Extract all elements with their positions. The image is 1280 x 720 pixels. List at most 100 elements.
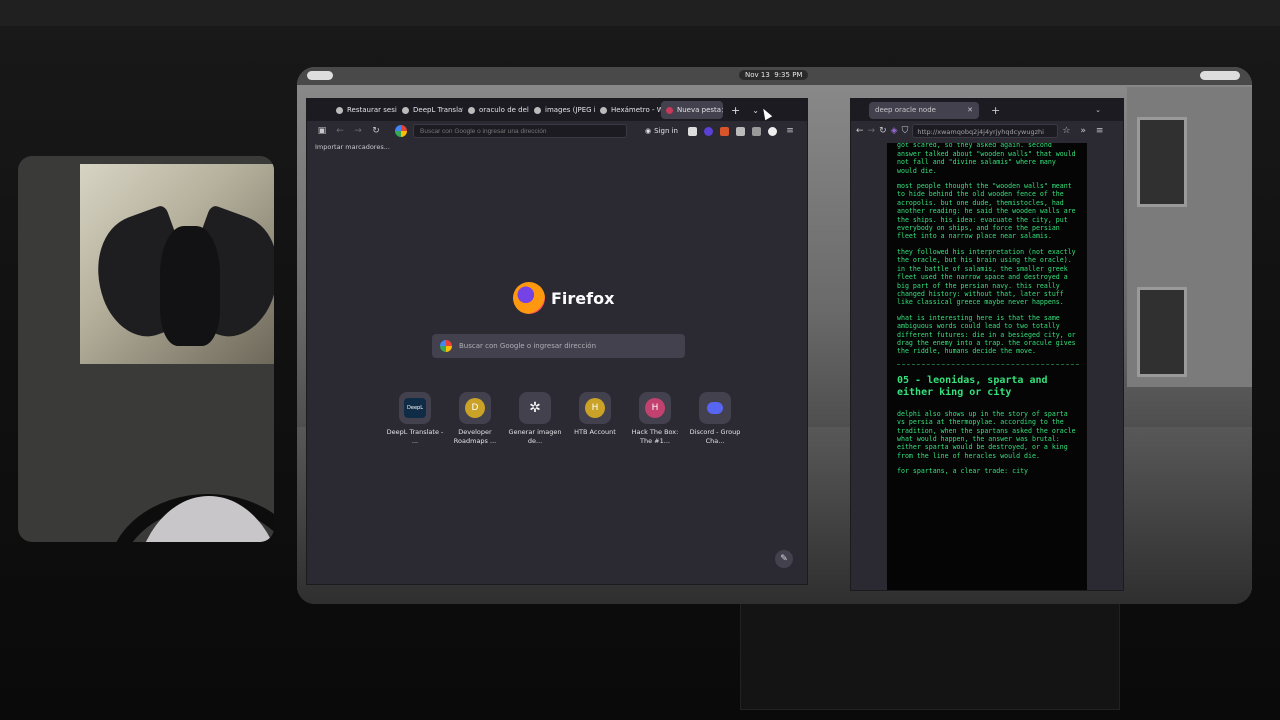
extension-icon[interactable] xyxy=(687,126,697,136)
import-bookmarks-link[interactable]: Importar marcadores... xyxy=(315,143,390,151)
extension-icon[interactable] xyxy=(767,126,777,136)
letter-h-icon: H xyxy=(585,398,605,418)
sign-in-button[interactable]: ◉ Sign in xyxy=(645,127,678,135)
oracle-terminal-page: like "your city will be destroyed" athen… xyxy=(887,143,1087,590)
tab-label: images (JPEG ima xyxy=(545,106,595,114)
list-all-tabs-chevron-icon[interactable]: ⌄ xyxy=(1095,106,1101,114)
back-icon[interactable]: ← xyxy=(856,126,864,136)
tab-new-tab[interactable]: Nueva pesta✕ xyxy=(661,101,723,119)
newtab-search-placeholder: Buscar con Google o ingresar dirección xyxy=(459,342,597,350)
forward-icon[interactable]: → xyxy=(349,126,367,136)
section-divider xyxy=(897,363,1079,365)
building-window xyxy=(1137,287,1187,377)
account-icon: ◉ xyxy=(645,127,652,135)
shortcut-tile xyxy=(699,392,731,424)
activities-pill[interactable] xyxy=(307,71,333,80)
oracle-nav-toolbar: ← → ↻ ◈ ⛉ http://xwamqobq2j4j4yrjyhqdcyw… xyxy=(851,121,1123,141)
new-tab-plus-icon[interactable]: + xyxy=(731,104,740,117)
oracle-paragraph: what is interesting here is that the sam… xyxy=(897,313,1076,356)
shortcut-discord[interactable]: Discord - Group Cha... xyxy=(685,392,745,445)
forward-icon[interactable]: → xyxy=(868,126,876,136)
shortcut-label: Generar imagen de... xyxy=(508,428,562,445)
tab-label: Hexámetro - W xyxy=(611,106,661,114)
reload-icon[interactable]: ↻ xyxy=(367,126,385,136)
firefox-brand-text: Firefox xyxy=(551,288,615,308)
tab-label: Nueva pesta xyxy=(677,106,722,114)
background-topbar xyxy=(0,0,1280,26)
url-bar-input[interactable] xyxy=(413,124,627,138)
customize-pencil-icon[interactable]: ✎ xyxy=(775,550,793,568)
shortcut-label: DeepL Translate - ... xyxy=(386,428,444,445)
firefox-logo-icon xyxy=(513,282,545,314)
shortcut-label: Hack The Box: The #1... xyxy=(631,428,679,445)
desktop-screen: Nov 13 9:35 PM Restaurar sesió DeepL Tra… xyxy=(297,67,1252,604)
top-sites: DeepL DeepL Translate - ... D Developer … xyxy=(385,392,745,445)
system-tray[interactable] xyxy=(1200,71,1240,80)
tab-label: DeepL Translat xyxy=(413,106,463,114)
tab-favicon xyxy=(336,106,343,114)
shortcut-label: HTB Account xyxy=(574,428,616,436)
tab-restore-session[interactable]: Restaurar sesió xyxy=(331,101,397,119)
clock[interactable]: Nov 13 9:35 PM xyxy=(739,70,809,80)
tab-label: deep oracle node xyxy=(875,106,936,114)
back-icon[interactable]: ← xyxy=(331,126,349,136)
letter-h-icon: H xyxy=(645,398,665,418)
newtab-search-input[interactable]: Buscar con Google o ingresar dirección xyxy=(432,334,685,358)
tab-oraculo[interactable]: oraculo de delf xyxy=(463,101,529,119)
search-engine-google-icon[interactable] xyxy=(395,125,407,137)
extension-icon[interactable] xyxy=(735,126,745,136)
close-tab-icon[interactable]: ✕ xyxy=(721,106,723,115)
oracle-paragraph: most people thought the "wooden walls" m… xyxy=(897,182,1076,241)
nav-toolbar: ▣ ← → ↻ ◉Sign in ≡ xyxy=(307,121,807,141)
shortcut-htb-account[interactable]: H HTB Account xyxy=(565,392,625,445)
new-tab-plus-icon[interactable]: + xyxy=(991,104,1000,117)
new-tab-page: Firefox Buscar con Google o ingresar dir… xyxy=(307,156,807,584)
menu-hamburger-icon[interactable]: ≡ xyxy=(1096,126,1104,136)
list-all-tabs-chevron-icon[interactable]: ⌄ xyxy=(752,106,759,115)
shortcut-tile: D xyxy=(459,392,491,424)
tab-favicon xyxy=(600,106,607,114)
tab-strip: Restaurar sesió DeepL Translat oraculo d… xyxy=(307,99,807,121)
shortcut-tile: ✲ xyxy=(519,392,551,424)
oracle-paragraph: for spartans, a clear trade: city xyxy=(897,467,1029,476)
oracle-url-bar[interactable]: http://xwamqobq2j4j4yrjyhqdcywugzhi xyxy=(912,124,1059,138)
extensions-area xyxy=(687,126,777,136)
tab-deep-oracle-node[interactable]: deep oracle node ✕ xyxy=(869,101,979,119)
google-icon xyxy=(440,340,452,352)
extension-icon[interactable] xyxy=(703,126,713,136)
deepl-icon: DeepL xyxy=(404,398,426,418)
close-tab-icon[interactable]: ✕ xyxy=(967,106,973,114)
clock-time: 9:35 PM xyxy=(774,71,803,79)
extension-icon[interactable] xyxy=(751,126,761,136)
oracle-browser-window: deep oracle node ✕ + ⌄ ← → ↻ ◈ ⛉ http://x… xyxy=(850,98,1124,591)
shortcut-deepl[interactable]: DeepL DeepL Translate - ... xyxy=(385,392,445,445)
shortcut-developer-roadmaps[interactable]: D Developer Roadmaps ... xyxy=(445,392,505,445)
tab-favicon xyxy=(666,106,673,114)
reload-icon[interactable]: ↻ xyxy=(879,126,887,136)
tab-favicon xyxy=(534,106,541,114)
tab-images[interactable]: images (JPEG ima xyxy=(529,101,595,119)
openai-icon: ✲ xyxy=(529,400,541,416)
wallpaper-building xyxy=(1127,87,1252,387)
extension-icon[interactable] xyxy=(719,126,729,136)
menu-hamburger-icon[interactable]: ≡ xyxy=(781,126,799,136)
shortcut-hack-the-box[interactable]: H Hack The Box: The #1... xyxy=(625,392,685,445)
tab-deepl[interactable]: DeepL Translat xyxy=(397,101,463,119)
tab-favicon xyxy=(402,106,409,114)
onion-icon[interactable]: ◈ xyxy=(891,126,898,136)
shortcut-tile: H xyxy=(579,392,611,424)
overflow-chevrons-icon[interactable]: » xyxy=(1080,126,1086,136)
firefox-logo: Firefox xyxy=(513,282,614,314)
tab-label: oraculo de delf xyxy=(479,106,529,114)
sidebar-icon[interactable]: ▣ xyxy=(313,126,331,136)
bookmark-star-icon[interactable]: ☆ xyxy=(1062,126,1070,136)
oracle-tab-strip: deep oracle node ✕ + ⌄ xyxy=(851,99,1123,121)
tracking-protection-icon[interactable]: ⛉ xyxy=(902,126,909,136)
background-panel xyxy=(740,600,1120,710)
shortcut-generar-imagen[interactable]: ✲ Generar imagen de... xyxy=(505,392,565,445)
tab-hexametro[interactable]: Hexámetro - W xyxy=(595,101,661,119)
oracle-paragraph: delphi also shows up in the story of spa… xyxy=(897,409,1076,460)
oracle-paragraph: they followed his interpretation (not ex… xyxy=(897,247,1076,307)
clock-date: Nov 13 xyxy=(745,71,770,79)
oracle-paragraph: like "your city will be destroyed" athen… xyxy=(897,143,1076,175)
